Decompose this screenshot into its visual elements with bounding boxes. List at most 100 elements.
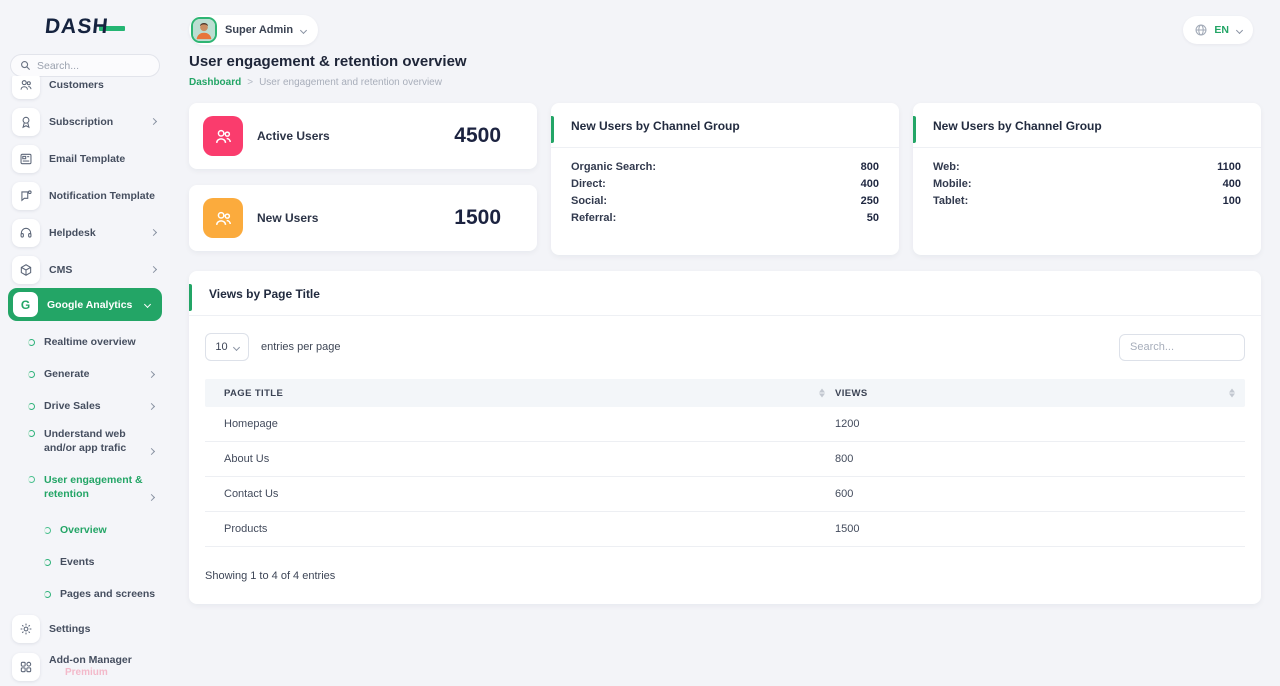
sort-icon — [1229, 389, 1235, 398]
users-icon — [12, 76, 40, 99]
sidebar-subitem-user-engagement-retention[interactable]: User engagement & retention — [0, 468, 170, 514]
sidebar-item-subscription[interactable]: Subscription — [0, 103, 170, 140]
metric-row: Organic Search: 800 — [571, 159, 879, 176]
metric-label: Social: — [571, 193, 607, 210]
panel-title: Views by Page Title — [189, 271, 1261, 316]
sidebar-item-label: Customers — [49, 79, 104, 91]
accent-bar — [189, 284, 192, 311]
table-row: About Us 800 — [205, 442, 1245, 477]
metric-row: Referral: 50 — [571, 210, 879, 227]
table-footer-status: Showing 1 to 4 of 4 entries — [205, 570, 1245, 582]
sidebar-item-label: Add-on Manager — [49, 654, 132, 667]
sidebar-subitem-drive-sales[interactable]: Drive Sales — [0, 390, 170, 422]
medal-icon — [12, 108, 40, 136]
sidebar-item-label: CMS — [49, 264, 72, 276]
cell-page-title: Products — [205, 523, 835, 535]
sidebar-subitem-understand-web-traffic[interactable]: Understand web and/or app trafic — [0, 422, 170, 468]
sidebar-item-helpdesk[interactable]: Helpdesk — [0, 214, 170, 251]
sidebar-subitem-label: User engagement & retention — [44, 473, 148, 501]
metric-value: 400 — [1223, 176, 1241, 193]
breadcrumb: Dashboard > User engagement and retentio… — [189, 77, 1261, 88]
column-header-views[interactable]: VIEWS — [835, 388, 1245, 399]
sidebar-item-email-template[interactable]: Email Template — [0, 140, 170, 177]
channel-group-card-1: New Users by Channel Group Organic Searc… — [551, 103, 899, 255]
sidebar-subitem-label: Drive Sales — [44, 400, 101, 412]
sidebar-item-notification-template[interactable]: Notification Template — [0, 177, 170, 214]
metric-value: 400 — [861, 176, 879, 193]
breadcrumb-dashboard-link[interactable]: Dashboard — [189, 77, 241, 88]
stat-value: 4500 — [454, 124, 501, 148]
card-title: New Users by Channel Group — [913, 103, 1261, 148]
chevron-down-icon — [144, 301, 151, 308]
card-body: Web: 1100 Mobile: 400 Tablet: 100 — [913, 148, 1261, 210]
search-icon — [20, 60, 31, 71]
sidebar-item-label: Settings — [49, 623, 90, 635]
sidebar-item-settings[interactable]: Settings — [0, 610, 170, 647]
table-search-input[interactable] — [1119, 334, 1245, 361]
sidebar-search-input[interactable] — [37, 60, 147, 72]
views-table: PAGE TITLE VIEWS Homepage 1200 About Us … — [205, 379, 1245, 547]
stat-label: New Users — [257, 211, 318, 225]
new-users-card: New Users 1500 — [189, 185, 537, 251]
sidebar-leaf-pages-and-screens[interactable]: Pages and screens — [0, 578, 170, 610]
metric-label: Organic Search: — [571, 159, 656, 176]
table-controls: 10 entries per page — [205, 333, 1245, 361]
user-name: Super Admin — [225, 24, 293, 36]
headset-icon — [12, 219, 40, 247]
sidebar-leaf-label: Overview — [60, 524, 107, 536]
user-menu[interactable]: Super Admin — [189, 15, 318, 45]
table-row: Contact Us 600 — [205, 477, 1245, 512]
avatar — [191, 17, 217, 43]
grid-icon — [12, 653, 40, 681]
sidebar-leaf-events[interactable]: Events — [0, 546, 170, 578]
sidebar-item-customers[interactable]: Customers — [0, 76, 170, 103]
column-header-page-title[interactable]: PAGE TITLE — [205, 388, 835, 399]
brand-logo-text: DASH — [44, 15, 110, 39]
app-root: DASH Customers Subscription — [0, 0, 1280, 686]
brand-logo[interactable]: DASH — [0, 0, 170, 46]
entries-per-page-select[interactable]: 10 — [205, 333, 249, 361]
sidebar-leaf-overview[interactable]: Overview — [0, 514, 170, 546]
column-header-label: PAGE TITLE — [224, 388, 283, 399]
cell-page-title: Contact Us — [205, 488, 835, 500]
metric-value: 800 — [861, 159, 879, 176]
metric-value: 50 — [867, 210, 879, 227]
metric-row: Direct: 400 — [571, 176, 879, 193]
metric-value: 100 — [1223, 193, 1241, 210]
entries-per-page-label: entries per page — [261, 341, 341, 353]
metric-value: 250 — [861, 193, 879, 210]
cell-page-title: Homepage — [205, 418, 835, 430]
sidebar-subitem-realtime-overview[interactable]: Realtime overview — [0, 326, 170, 358]
bullet-icon — [44, 591, 51, 598]
entries-per-page-value: 10 — [215, 341, 227, 353]
cell-views: 1500 — [835, 523, 1245, 535]
table-header: PAGE TITLE VIEWS — [205, 379, 1245, 407]
views-by-page-title-panel: Views by Page Title 10 entries per page … — [189, 271, 1261, 604]
channel-group-card-2: New Users by Channel Group Web: 1100 Mob… — [913, 103, 1261, 255]
sidebar-subitem-label: Understand web and/or app trafic — [44, 427, 148, 455]
language-selector[interactable]: EN — [1183, 16, 1253, 44]
bullet-icon — [28, 371, 35, 378]
sidebar-item-cms[interactable]: CMS — [0, 251, 170, 288]
sidebar-leaf-label: Events — [60, 556, 94, 568]
sidebar-item-label: Google Analytics — [47, 299, 132, 311]
metric-label: Direct: — [571, 176, 606, 193]
sidebar-search[interactable] — [10, 54, 160, 77]
sidebar-item-addon-manager[interactable]: Add-on Manager Premium — [0, 647, 170, 686]
table-row: Homepage 1200 — [205, 407, 1245, 442]
bullet-icon — [28, 476, 35, 483]
cell-views: 600 — [835, 488, 1245, 500]
stats-row: Active Users 4500 New Users 1500 New Use… — [189, 103, 1261, 255]
chevron-right-icon — [148, 494, 155, 501]
notification-icon — [12, 182, 40, 210]
sidebar-item-google-analytics[interactable]: G Google Analytics — [8, 288, 162, 321]
google-analytics-icon: G — [13, 292, 38, 317]
active-users-card: Active Users 4500 — [189, 103, 537, 169]
column-header-label: VIEWS — [835, 388, 868, 399]
sidebar-item-label: Subscription — [49, 116, 113, 128]
table-row: Products 1500 — [205, 512, 1245, 547]
metric-row: Web: 1100 — [933, 159, 1241, 176]
topbar: Super Admin EN — [189, 0, 1261, 50]
cell-views: 1200 — [835, 418, 1245, 430]
sidebar-subitem-generate[interactable]: Generate — [0, 358, 170, 390]
